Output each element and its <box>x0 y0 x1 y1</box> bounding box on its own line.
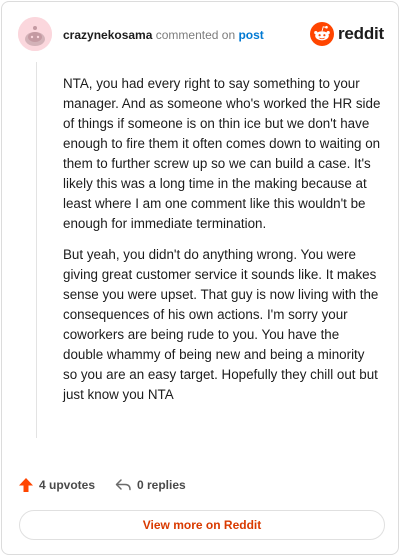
post-link[interactable]: post <box>238 28 263 42</box>
reddit-logo[interactable]: reddit <box>310 21 384 47</box>
thread-line <box>36 62 37 438</box>
comment-paragraph: But yeah, you didn't do anything wrong. … <box>63 247 379 402</box>
upvote-button[interactable]: 4 upvotes <box>18 474 95 496</box>
reply-count: 0 replies <box>137 478 186 492</box>
byline-verb: commented on <box>155 28 236 42</box>
comment-header: crazynekosama commented on post reddit <box>18 17 384 51</box>
comment-actions: 4 upvotes 0 replies <box>18 474 318 496</box>
byline: crazynekosama commented on post <box>63 28 264 42</box>
reply-icon <box>115 479 131 491</box>
upvote-arrow-icon <box>19 478 33 492</box>
username-link[interactable]: crazynekosama <box>63 28 152 42</box>
replies-button[interactable]: 0 replies <box>114 474 186 496</box>
comment-paragraph: NTA, you had every right to say somethin… <box>63 76 381 231</box>
view-more-button[interactable]: View more on Reddit <box>19 510 385 540</box>
comment-body: NTA, you had every right to say somethin… <box>63 74 381 405</box>
reddit-alien-icon <box>310 22 334 46</box>
view-more-label: View more on Reddit <box>142 518 262 532</box>
snoo-avatar-icon <box>18 17 52 51</box>
upvote-count: 4 upvotes <box>39 478 96 492</box>
comment-embed-card: crazynekosama commented on post reddit N… <box>1 1 399 555</box>
reddit-wordmark: reddit <box>338 24 385 43</box>
avatar[interactable] <box>18 17 52 51</box>
